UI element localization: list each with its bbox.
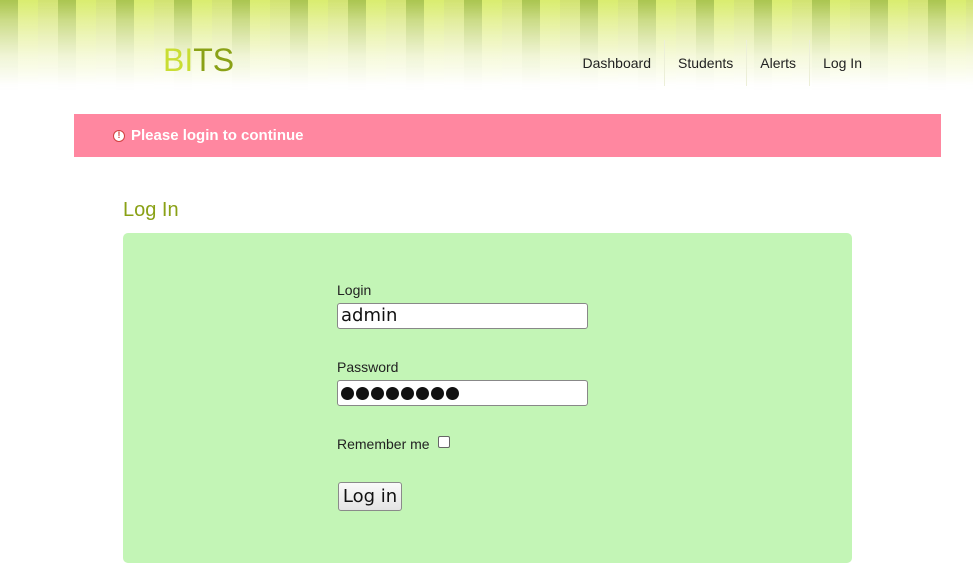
logo-part-2: TS [193, 42, 235, 78]
password-label: Password [337, 359, 399, 375]
flash-message: ! Please login to continue [74, 114, 941, 157]
page-title: Log In [123, 199, 179, 221]
app-logo[interactable]: BITS [163, 42, 234, 78]
nav-dashboard[interactable]: Dashboard [570, 40, 665, 86]
logo-part-1: BI [163, 42, 194, 78]
password-dot [446, 386, 459, 400]
login-label: Login [337, 282, 372, 298]
remember-me-label: Remember me [337, 436, 430, 452]
nav-log-in[interactable]: Log In [809, 40, 875, 86]
flash-text: Please login to continue [131, 127, 304, 144]
password-dot [431, 386, 444, 400]
login-input[interactable]: admin [337, 303, 588, 329]
password-dot [416, 386, 429, 400]
login-button[interactable]: Log in [338, 482, 402, 511]
main-nav: Dashboard Students Alerts Log In [570, 40, 876, 86]
nav-students[interactable]: Students [664, 40, 746, 86]
remember-me-checkbox[interactable] [438, 436, 450, 448]
password-dot [356, 386, 369, 400]
password-dot [386, 386, 399, 400]
nav-alerts[interactable]: Alerts [746, 40, 809, 86]
password-dot [341, 386, 354, 400]
password-mask [341, 384, 459, 402]
password-dot [401, 386, 414, 400]
warning-icon: ! [113, 129, 125, 142]
password-dot [371, 386, 384, 400]
